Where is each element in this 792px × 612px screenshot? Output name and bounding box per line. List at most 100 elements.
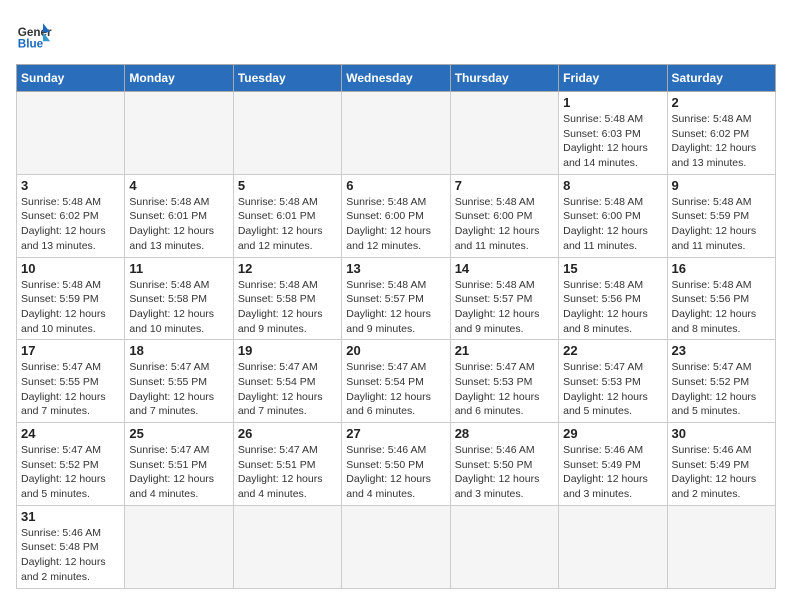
calendar-cell: 27 Sunrise: 5:46 AM Sunset: 5:50 PM Dayli… [342,423,450,506]
day-number: 6 [346,178,445,193]
day-info: Sunrise: 5:46 AM Sunset: 5:49 PM Dayligh… [563,443,662,502]
calendar-cell [342,92,450,175]
day-number: 30 [672,426,771,441]
calendar-week-5: 24 Sunrise: 5:47 AM Sunset: 5:52 PM Dayli… [17,423,776,506]
day-number: 23 [672,343,771,358]
calendar-cell: 23Sunrise: 5:47 AM Sunset: 5:52 PM Dayli… [667,340,775,423]
weekday-header-saturday: Saturday [667,65,775,92]
calendar-cell: 5Sunrise: 5:48 AM Sunset: 6:01 PM Daylig… [233,174,341,257]
calendar-cell: 14Sunrise: 5:48 AM Sunset: 5:57 PM Dayli… [450,257,558,340]
day-number: 13 [346,261,445,276]
weekday-header-monday: Monday [125,65,233,92]
day-info: Sunrise: 5:48 AM Sunset: 6:03 PM Dayligh… [563,112,662,171]
day-info: Sunrise: 5:48 AM Sunset: 5:57 PM Dayligh… [346,278,445,337]
day-number: 9 [672,178,771,193]
calendar-cell: 10 Sunrise: 5:48 AM Sunset: 5:59 PM Dayli… [17,257,125,340]
day-info: Sunrise: 5:48 AM Sunset: 5:58 PM Dayligh… [238,278,337,337]
calendar-cell: 21Sunrise: 5:47 AM Sunset: 5:53 PM Dayli… [450,340,558,423]
weekday-header-row: SundayMondayTuesdayWednesdayThursdayFrid… [17,65,776,92]
day-number: 18 [129,343,228,358]
calendar-week-2: 3 Sunrise: 5:48 AM Sunset: 6:02 PM Daylig… [17,174,776,257]
day-number: 1 [563,95,662,110]
day-info: Sunrise: 5:48 AM Sunset: 6:01 PM Dayligh… [129,195,228,254]
calendar-cell: 13 Sunrise: 5:48 AM Sunset: 5:57 PM Dayli… [342,257,450,340]
calendar-cell [17,92,125,175]
day-number: 3 [21,178,120,193]
calendar-cell: 12 Sunrise: 5:48 AM Sunset: 5:58 PM Dayli… [233,257,341,340]
calendar-cell: 8 Sunrise: 5:48 AM Sunset: 6:00 PM Daylig… [559,174,667,257]
calendar-cell: 18 Sunrise: 5:47 AM Sunset: 5:55 PM Dayli… [125,340,233,423]
day-info: Sunrise: 5:48 AM Sunset: 5:56 PM Dayligh… [672,278,771,337]
day-info: Sunrise: 5:47 AM Sunset: 5:55 PM Dayligh… [21,360,120,419]
day-info: Sunrise: 5:47 AM Sunset: 5:53 PM Dayligh… [563,360,662,419]
header: General Blue [16,16,776,52]
day-info: Sunrise: 5:48 AM Sunset: 5:57 PM Dayligh… [455,278,554,337]
day-number: 2 [672,95,771,110]
day-number: 7 [455,178,554,193]
calendar-cell: 3 Sunrise: 5:48 AM Sunset: 6:02 PM Daylig… [17,174,125,257]
day-info: Sunrise: 5:46 AM Sunset: 5:50 PM Dayligh… [346,443,445,502]
calendar-cell [667,505,775,588]
day-info: Sunrise: 5:48 AM Sunset: 6:02 PM Dayligh… [21,195,120,254]
weekday-header-thursday: Thursday [450,65,558,92]
logo-icon: General Blue [16,16,52,52]
day-number: 12 [238,261,337,276]
day-number: 22 [563,343,662,358]
calendar-cell: 29Sunrise: 5:46 AM Sunset: 5:49 PM Dayli… [559,423,667,506]
logo: General Blue [16,16,52,52]
weekday-header-friday: Friday [559,65,667,92]
day-info: Sunrise: 5:46 AM Sunset: 5:48 PM Dayligh… [21,526,120,585]
calendar-cell: 11 Sunrise: 5:48 AM Sunset: 5:58 PM Dayli… [125,257,233,340]
day-info: Sunrise: 5:48 AM Sunset: 5:58 PM Dayligh… [129,278,228,337]
calendar-cell: 31 Sunrise: 5:46 AM Sunset: 5:48 PM Dayli… [17,505,125,588]
calendar-week-6: 31 Sunrise: 5:46 AM Sunset: 5:48 PM Dayli… [17,505,776,588]
calendar-week-4: 17Sunrise: 5:47 AM Sunset: 5:55 PM Dayli… [17,340,776,423]
day-number: 8 [563,178,662,193]
day-number: 25 [129,426,228,441]
calendar-cell [559,505,667,588]
day-number: 4 [129,178,228,193]
calendar-cell: 17Sunrise: 5:47 AM Sunset: 5:55 PM Dayli… [17,340,125,423]
weekday-header-wednesday: Wednesday [342,65,450,92]
day-number: 26 [238,426,337,441]
calendar-week-3: 10 Sunrise: 5:48 AM Sunset: 5:59 PM Dayli… [17,257,776,340]
day-info: Sunrise: 5:47 AM Sunset: 5:55 PM Dayligh… [129,360,228,419]
day-info: Sunrise: 5:46 AM Sunset: 5:50 PM Dayligh… [455,443,554,502]
day-info: Sunrise: 5:48 AM Sunset: 6:00 PM Dayligh… [346,195,445,254]
day-info: Sunrise: 5:47 AM Sunset: 5:51 PM Dayligh… [238,443,337,502]
day-number: 27 [346,426,445,441]
weekday-header-sunday: Sunday [17,65,125,92]
day-number: 20 [346,343,445,358]
day-number: 28 [455,426,554,441]
calendar-cell [125,505,233,588]
day-number: 15 [563,261,662,276]
calendar-cell [342,505,450,588]
day-number: 10 [21,261,120,276]
day-info: Sunrise: 5:48 AM Sunset: 6:01 PM Dayligh… [238,195,337,254]
day-number: 19 [238,343,337,358]
day-info: Sunrise: 5:48 AM Sunset: 6:00 PM Dayligh… [455,195,554,254]
day-info: Sunrise: 5:47 AM Sunset: 5:54 PM Dayligh… [346,360,445,419]
calendar: SundayMondayTuesdayWednesdayThursdayFrid… [16,64,776,589]
day-info: Sunrise: 5:48 AM Sunset: 5:59 PM Dayligh… [672,195,771,254]
calendar-cell: 20 Sunrise: 5:47 AM Sunset: 5:54 PM Dayli… [342,340,450,423]
day-info: Sunrise: 5:47 AM Sunset: 5:54 PM Dayligh… [238,360,337,419]
day-number: 16 [672,261,771,276]
weekday-header-tuesday: Tuesday [233,65,341,92]
calendar-body: 1 Sunrise: 5:48 AM Sunset: 6:03 PM Daylig… [17,92,776,589]
day-number: 31 [21,509,120,524]
calendar-cell: 6 Sunrise: 5:48 AM Sunset: 6:00 PM Daylig… [342,174,450,257]
day-info: Sunrise: 5:46 AM Sunset: 5:49 PM Dayligh… [672,443,771,502]
day-number: 11 [129,261,228,276]
calendar-cell: 26 Sunrise: 5:47 AM Sunset: 5:51 PM Dayli… [233,423,341,506]
day-info: Sunrise: 5:47 AM Sunset: 5:52 PM Dayligh… [21,443,120,502]
calendar-cell: 1 Sunrise: 5:48 AM Sunset: 6:03 PM Daylig… [559,92,667,175]
day-info: Sunrise: 5:48 AM Sunset: 5:59 PM Dayligh… [21,278,120,337]
day-info: Sunrise: 5:47 AM Sunset: 5:51 PM Dayligh… [129,443,228,502]
day-number: 24 [21,426,120,441]
calendar-cell: 4 Sunrise: 5:48 AM Sunset: 6:01 PM Daylig… [125,174,233,257]
day-info: Sunrise: 5:48 AM Sunset: 6:00 PM Dayligh… [563,195,662,254]
calendar-cell: 16 Sunrise: 5:48 AM Sunset: 5:56 PM Dayli… [667,257,775,340]
calendar-cell: 22 Sunrise: 5:47 AM Sunset: 5:53 PM Dayli… [559,340,667,423]
calendar-cell: 2Sunrise: 5:48 AM Sunset: 6:02 PM Daylig… [667,92,775,175]
